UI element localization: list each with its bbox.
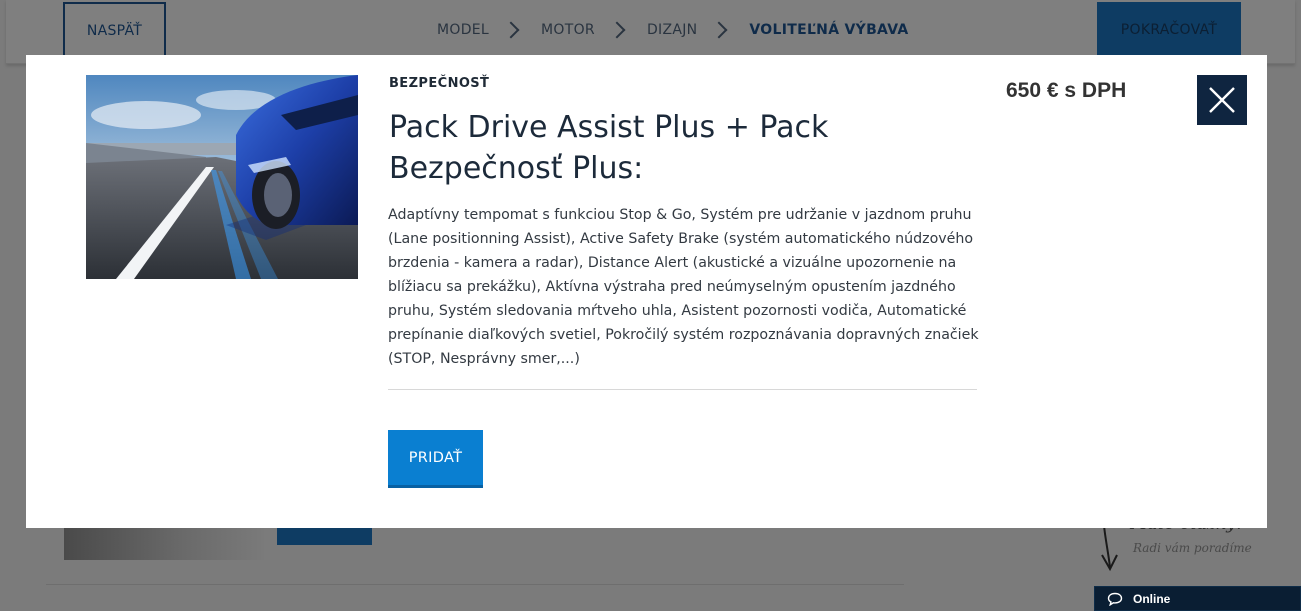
chat-label: Online — [1133, 591, 1171, 606]
chat-tab[interactable]: Online — [1094, 586, 1301, 611]
option-description: Adaptívny tempomat s funkciou Stop & Go,… — [388, 207, 979, 367]
close-icon — [1209, 87, 1235, 113]
chat-bubble-icon — [1107, 592, 1123, 606]
help-subtitle: Radi vám poradíme — [1133, 541, 1252, 555]
step-motor[interactable]: MOTOR — [541, 22, 595, 38]
add-option-button[interactable]: PRIDAŤ — [388, 430, 483, 488]
background-divider — [46, 584, 904, 585]
option-category: BEZPEČNOSŤ — [389, 76, 490, 91]
step-design[interactable]: DIZAJN — [647, 22, 697, 38]
configurator-steps: MODEL MOTOR DIZAJN VOLITEĽNÁ VÝBAVA — [437, 20, 909, 40]
option-detail-modal: BEZPEČNOSŤ Pack Drive Assist Plus + Pack… — [26, 55, 1267, 528]
step-model[interactable]: MODEL — [437, 22, 489, 38]
back-button[interactable]: NASPÄŤ — [63, 2, 166, 59]
background-add-button — [277, 528, 372, 545]
divider — [388, 389, 977, 390]
step-chevron-icon — [707, 20, 737, 40]
background-thumbnail — [64, 528, 264, 560]
close-modal-button[interactable] — [1197, 75, 1247, 125]
step-chevron-icon — [605, 20, 635, 40]
step-chevron-icon — [499, 20, 529, 40]
option-title: Pack Drive Assist Plus + Pack Bezpečnosť… — [389, 110, 829, 186]
continue-button[interactable]: POKRAČOVAŤ — [1097, 2, 1241, 57]
car-lane-assist-image — [86, 75, 358, 279]
step-optional-equipment[interactable]: VOLITEĽNÁ VÝBAVA — [749, 22, 908, 38]
option-price: 650 € s DPH — [1006, 79, 1127, 102]
